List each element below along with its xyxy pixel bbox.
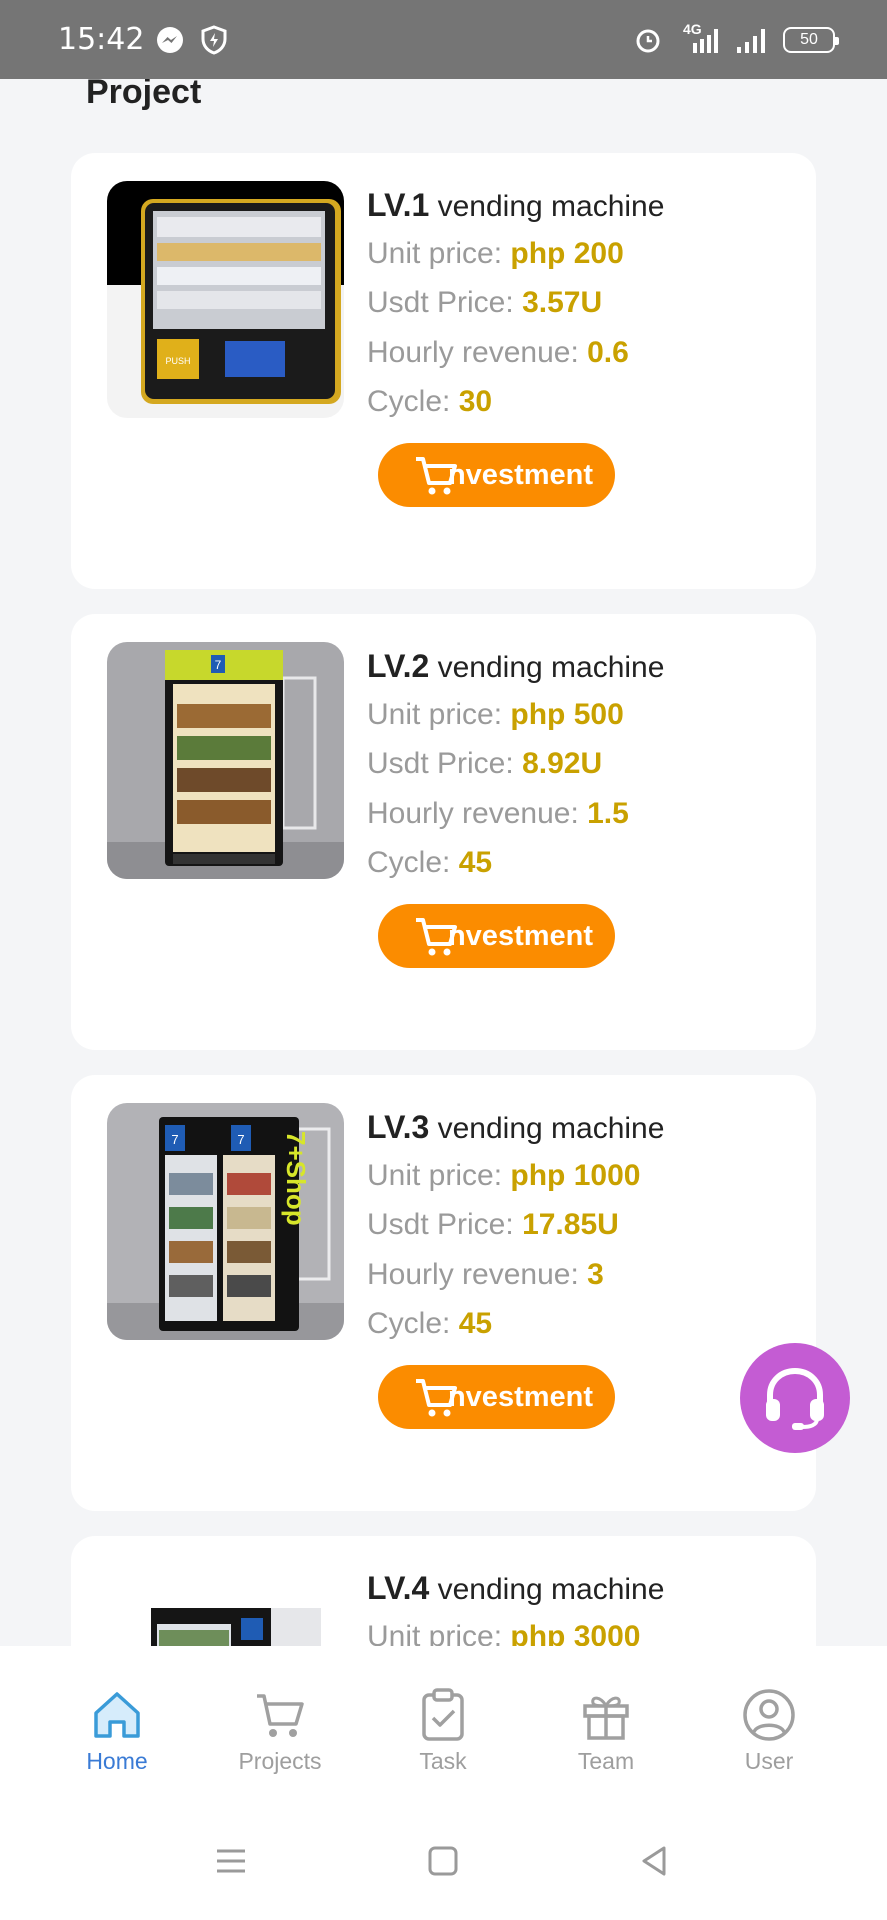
cart-icon (416, 457, 457, 495)
cart-icon (257, 1694, 304, 1737)
usdt-price-label: Usdt Price: (367, 1208, 514, 1241)
hourly-revenue-value: 3 (587, 1257, 604, 1291)
cycle-label: Cycle: (367, 385, 451, 418)
shop-brand-text: 7+Shop (281, 1131, 311, 1226)
project-info: LV.1 vending machine Unit price: php 200… (367, 187, 664, 435)
tab-team-label: Team (577, 1748, 635, 1774)
tab-user[interactable]: User (699, 1686, 839, 1775)
project-level: LV.2 (367, 648, 430, 684)
project-info: LV.3 vending machine Unit price: php 100… (367, 1109, 664, 1357)
unit-price-label: Unit price: (367, 1619, 503, 1647)
usdt-price-label: Usdt Price: (367, 747, 514, 780)
clipboard-check-icon (422, 1688, 464, 1741)
product-image: 7 (107, 642, 344, 879)
menu-icon[interactable] (214, 1844, 248, 1878)
project-card: 7 7 7+Shop LV.3 vending machine Unit pri… (71, 1075, 816, 1511)
project-level: LV.3 (367, 1109, 430, 1145)
project-level: LV.1 (367, 187, 430, 223)
cycle-value: 45 (458, 846, 493, 879)
unit-price-value: php 200 (510, 236, 624, 270)
tab-home[interactable]: Home (47, 1686, 187, 1775)
brand-seven-label: 7 (237, 1132, 244, 1147)
tab-projects[interactable]: Projects (210, 1686, 350, 1775)
product-image: 7 7 7+Shop (107, 1103, 344, 1340)
project-card: PUSH LV.1 vending machine Unit price: ph… (71, 153, 816, 589)
home-square-icon[interactable] (426, 1844, 460, 1878)
battery-icon: 50 (783, 27, 839, 53)
brand-seven-label: 7 (171, 1132, 178, 1147)
project-name: vending machine (437, 651, 665, 684)
hourly-revenue-value: 0.6 (587, 335, 629, 369)
hourly-revenue-label: Hourly revenue: (367, 1257, 579, 1291)
usdt-price-value: 17.85U (522, 1208, 619, 1241)
investment-button[interactable]: nvestment (378, 1365, 615, 1429)
unit-price-value: php 1000 (510, 1158, 641, 1192)
cart-icon (416, 1379, 457, 1417)
unit-price-label: Unit price: (367, 697, 503, 731)
project-card: LV.4 vending machine Unit price: php 300… (71, 1536, 816, 1646)
usdt-price-value: 8.92U (522, 747, 603, 780)
system-navigation-bar (0, 1796, 887, 1920)
customer-support-button[interactable] (740, 1343, 850, 1453)
page-title: Project (86, 79, 202, 111)
signal-4g-icon: 4G (677, 21, 721, 55)
tab-user-label: User (744, 1748, 794, 1774)
unit-price-value: php 3000 (510, 1619, 641, 1647)
cycle-label: Cycle: (367, 1307, 451, 1340)
project-card: 7 LV.2 vending machine Unit price: php 5… (71, 614, 816, 1050)
push-label: PUSH (165, 356, 190, 366)
tab-team[interactable]: Team (536, 1686, 676, 1775)
product-image (107, 1564, 344, 1646)
hourly-revenue-value: 1.5 (587, 796, 629, 830)
back-icon[interactable] (638, 1844, 672, 1878)
user-icon (743, 1689, 795, 1741)
project-name: vending machine (437, 1112, 665, 1145)
investment-button-label: nvestment (447, 919, 594, 952)
bottom-tab-bar: Home Projects Task Team User (0, 1646, 887, 1796)
unit-price-label: Unit price: (367, 1158, 503, 1192)
shield-bolt-icon (201, 25, 227, 55)
alarm-icon (636, 29, 660, 53)
product-image: PUSH (107, 181, 344, 418)
status-bar: 15:42 4G 50 (0, 0, 887, 79)
unit-price-value: php 500 (510, 697, 624, 731)
investment-button-label: nvestment (447, 458, 594, 491)
usdt-price-label: Usdt Price: (367, 286, 514, 319)
messenger-icon (157, 27, 183, 53)
hourly-revenue-label: Hourly revenue: (367, 335, 579, 369)
headset-icon (766, 1367, 824, 1430)
investment-button[interactable]: nvestment (378, 443, 615, 507)
tab-task[interactable]: Task (373, 1686, 513, 1775)
cycle-value: 30 (458, 385, 493, 418)
gift-icon (583, 1696, 629, 1740)
project-name: vending machine (437, 190, 665, 223)
cycle-label: Cycle: (367, 846, 451, 879)
tab-projects-label: Projects (238, 1748, 322, 1774)
unit-price-label: Unit price: (367, 236, 503, 270)
hourly-revenue-label: Hourly revenue: (367, 796, 579, 830)
cart-icon (416, 918, 457, 956)
home-icon (94, 1692, 140, 1738)
usdt-price-value: 3.57U (522, 286, 603, 319)
status-time: 15:42 (58, 22, 145, 57)
investment-button[interactable]: nvestment (378, 904, 615, 968)
project-info: LV.4 vending machine Unit price: php 300… (367, 1570, 664, 1646)
tab-task-label: Task (419, 1748, 467, 1774)
project-name: vending machine (437, 1573, 665, 1606)
signal-icon (737, 29, 765, 53)
brand-seven-label: 7 (215, 658, 222, 672)
status-right: 4G 50 (633, 21, 839, 58)
tab-home-label: Home (86, 1748, 148, 1774)
cycle-value: 45 (458, 1307, 493, 1340)
project-level: LV.4 (367, 1570, 430, 1606)
project-info: LV.2 vending machine Unit price: php 500… (367, 648, 664, 896)
investment-button-label: nvestment (447, 1380, 594, 1413)
